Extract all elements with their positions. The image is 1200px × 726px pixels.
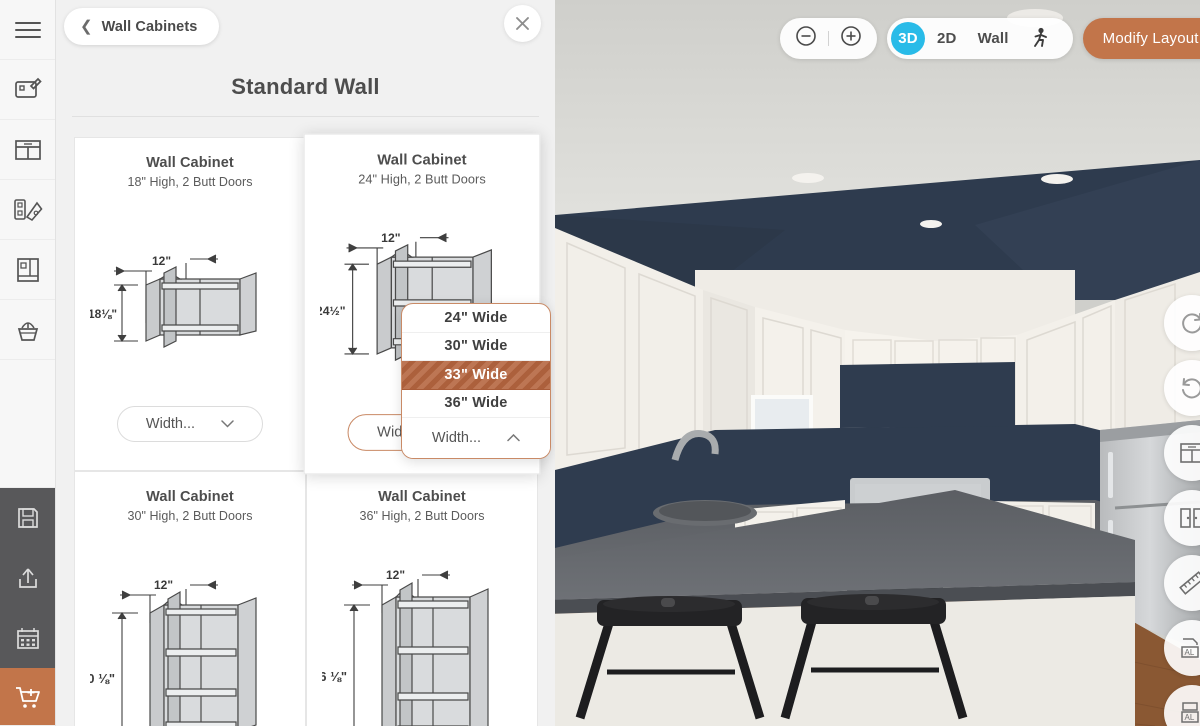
hamburger-menu-icon bbox=[14, 21, 41, 38]
width-dropdown-menu[interactable]: 24" Wide 30" Wide 33" Wide 36" Wide Widt… bbox=[401, 303, 551, 459]
cabinet-card-subtitle: 36" High, 2 Butt Doors bbox=[359, 509, 485, 523]
viewport-tool-stack: AL AL bbox=[1164, 295, 1200, 726]
depth-label: 12" bbox=[152, 254, 171, 268]
cabinet-card-title: Wall Cabinet bbox=[146, 489, 234, 505]
cabinet-card[interactable]: Wall Cabinet 18" High, 2 Butt Doors 12" … bbox=[74, 137, 306, 471]
width-dropdown-button[interactable]: Width... bbox=[117, 406, 263, 442]
undo-button[interactable] bbox=[1164, 360, 1200, 416]
view-mode-wall[interactable]: Wall bbox=[969, 22, 1018, 55]
ruler-measure-icon bbox=[1179, 571, 1200, 595]
door-tool-icon bbox=[1180, 508, 1200, 528]
save-floppy-icon bbox=[17, 508, 38, 528]
measure-button[interactable] bbox=[1164, 555, 1200, 611]
depth-label: 12" bbox=[386, 568, 405, 582]
sidebar-item-menu[interactable] bbox=[0, 0, 55, 60]
cabinet-card-subtitle: 18" High, 2 Butt Doors bbox=[127, 175, 253, 189]
panel-topbar: ❮ Wall Cabinets bbox=[56, 0, 555, 60]
cabinet-card-title: Wall Cabinet bbox=[378, 489, 466, 505]
sidebar-item-design[interactable] bbox=[0, 60, 55, 120]
catalog-panel: ❮ Wall Cabinets Standard Wall Wall Cabin… bbox=[56, 0, 555, 726]
calendar-icon bbox=[16, 628, 39, 649]
close-x-icon bbox=[516, 17, 529, 30]
toolbar-separator bbox=[828, 31, 829, 46]
view-mode-3d[interactable]: 3D bbox=[891, 22, 925, 55]
materials-swatch-icon bbox=[13, 198, 43, 221]
label-al-icon: AL bbox=[1181, 638, 1199, 658]
dropdown-option[interactable]: 36" Wide bbox=[402, 390, 550, 418]
walking-person-icon bbox=[1033, 27, 1047, 47]
sidebar-item-decor[interactable] bbox=[0, 300, 55, 360]
plant-decor-icon bbox=[17, 321, 38, 341]
view-mode-switch: 3D 2D Wall bbox=[887, 18, 1073, 59]
appliance-icon bbox=[16, 257, 39, 282]
view-mode-2d[interactable]: 2D bbox=[928, 22, 966, 55]
zoom-in-circle-icon bbox=[841, 26, 861, 46]
sidebar-item-appliances[interactable] bbox=[0, 240, 55, 300]
chevron-down-icon bbox=[221, 420, 234, 428]
kitchen-3d-render bbox=[555, 0, 1200, 726]
share-upload-icon bbox=[18, 568, 37, 588]
3d-viewport[interactable]: 3D 2D Wall Modify Layout AL AL bbox=[555, 0, 1200, 726]
dropdown-option[interactable]: 24" Wide bbox=[402, 304, 550, 333]
label-al-alt-icon: AL bbox=[1181, 702, 1199, 723]
cabinet-diagram: 12" 18⅛" bbox=[75, 189, 305, 406]
sidebar-item-save[interactable] bbox=[0, 488, 55, 548]
label-tool-button[interactable]: AL bbox=[1164, 620, 1200, 676]
height-label: 30 ⅛" bbox=[90, 671, 115, 686]
title-divider bbox=[72, 116, 539, 117]
cart-plus-icon bbox=[15, 686, 40, 708]
label-tool-alt-button[interactable]: AL bbox=[1164, 685, 1200, 726]
zoom-controls bbox=[780, 18, 877, 59]
cabinet-tool-icon bbox=[1180, 443, 1200, 463]
svg-text:AL: AL bbox=[1185, 648, 1195, 657]
zoom-out-circle-icon bbox=[796, 26, 816, 46]
cabinet-card[interactable]: Wall Cabinet 36" High, 2 Butt Doors 12" … bbox=[306, 471, 538, 726]
width-dropdown-label: Width... bbox=[145, 416, 196, 432]
page-title: Standard Wall bbox=[231, 74, 380, 99]
sidebar-item-cabinets[interactable] bbox=[0, 120, 55, 180]
chevron-up-icon bbox=[507, 434, 520, 442]
modify-layout-button[interactable]: Modify Layout bbox=[1082, 18, 1200, 59]
dropdown-trigger[interactable]: Width... bbox=[402, 418, 550, 458]
cabinet-diagram: 12" 30 ⅛" bbox=[75, 523, 305, 726]
depth-label: 12" bbox=[381, 230, 400, 244]
dropdown-trigger-label: Width... bbox=[431, 430, 482, 446]
back-breadcrumb-label: Wall Cabinets bbox=[101, 18, 198, 35]
undo-arrow-icon bbox=[1182, 378, 1200, 399]
rail-dark-section bbox=[0, 488, 55, 726]
height-label: 18⅛" bbox=[90, 307, 117, 321]
cabinet-card-title: Wall Cabinet bbox=[377, 152, 467, 169]
close-panel-button[interactable] bbox=[504, 5, 541, 42]
cabinet-tool-button[interactable] bbox=[1164, 425, 1200, 481]
redo-button[interactable] bbox=[1164, 295, 1200, 351]
zoom-in-button[interactable] bbox=[840, 25, 862, 52]
add-to-cart-button[interactable] bbox=[0, 668, 55, 726]
cabinet-card-subtitle: 24" High, 2 Butt Doors bbox=[358, 172, 486, 187]
design-edit-icon bbox=[14, 77, 42, 98]
viewport-toolbar: 3D 2D Wall Modify Layout bbox=[780, 18, 1200, 59]
depth-label: 12" bbox=[154, 578, 173, 592]
cabinet-diagram: 12" 36 ⅛" bbox=[307, 523, 537, 726]
dropdown-option[interactable]: 30" Wide bbox=[402, 333, 550, 361]
left-rail bbox=[0, 0, 56, 726]
height-label: 24½" bbox=[320, 304, 346, 318]
rail-spacer bbox=[0, 360, 55, 488]
sidebar-item-schedule[interactable] bbox=[0, 608, 55, 668]
cabinet-icon bbox=[14, 139, 41, 160]
back-breadcrumb-button[interactable]: ❮ Wall Cabinets bbox=[64, 8, 220, 45]
svg-text:AL: AL bbox=[1185, 713, 1195, 722]
height-label: 36 ⅛" bbox=[322, 669, 347, 684]
cabinet-card-title: Wall Cabinet bbox=[146, 155, 234, 171]
cabinet-card[interactable]: Wall Cabinet 30" High, 2 Butt Doors 12" … bbox=[74, 471, 306, 726]
zoom-out-button[interactable] bbox=[795, 25, 817, 52]
door-tool-button[interactable] bbox=[1164, 490, 1200, 546]
redo-arrow-icon bbox=[1182, 313, 1200, 334]
chevron-left-icon: ❮ bbox=[80, 17, 93, 35]
sidebar-item-materials[interactable] bbox=[0, 180, 55, 240]
cabinet-card-subtitle: 30" High, 2 Butt Doors bbox=[127, 509, 253, 523]
walkthrough-button[interactable] bbox=[1021, 22, 1059, 55]
dropdown-option-selected[interactable]: 33" Wide bbox=[402, 361, 550, 390]
sidebar-item-share[interactable] bbox=[0, 548, 55, 608]
modify-layout-label: Modify Layout bbox=[1102, 30, 1199, 47]
